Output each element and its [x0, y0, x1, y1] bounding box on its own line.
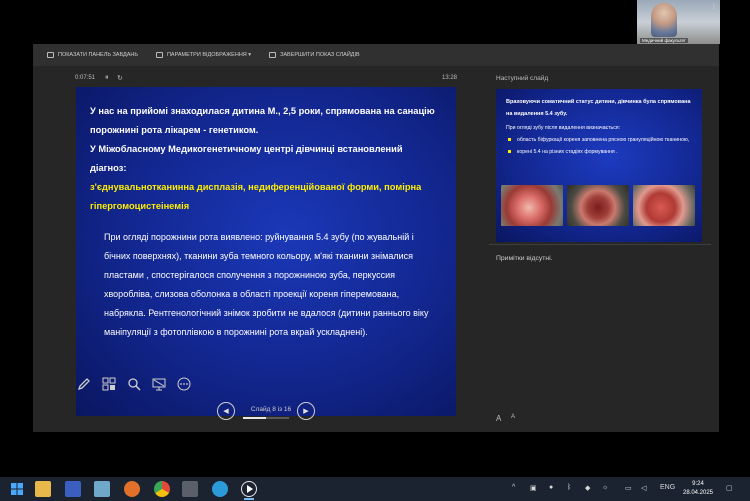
tray-app-icon[interactable]: ▣ [530, 484, 537, 492]
more-options-icon[interactable] [176, 376, 192, 392]
all-slides-icon[interactable] [101, 376, 117, 392]
tray-app-icon[interactable]: ☼ [602, 484, 608, 491]
app-icon[interactable] [94, 481, 110, 497]
active-app-indicator [244, 498, 254, 500]
slide-progress-bar [243, 417, 289, 419]
edge-icon[interactable] [212, 481, 228, 497]
current-slide[interactable]: У нас на прийомі знаходилася дитина М., … [76, 87, 456, 416]
participant-image [651, 3, 677, 37]
notes-text: Примітки відсутні. [496, 255, 553, 262]
tooth-photo [633, 185, 695, 226]
next-slide-photos [501, 185, 695, 226]
taskbar-time: 9:24 [692, 481, 704, 487]
participant-video[interactable]: Медичний факультет ⋮ [637, 0, 720, 44]
slide-counter[interactable]: Слайд 8 із 16 [243, 406, 299, 413]
next-slide-button[interactable]: ▶ [297, 402, 315, 420]
battery-icon[interactable]: ▭ [625, 484, 632, 492]
participant-name: Медичний факультет [640, 38, 688, 43]
slide-body: При огляді порожнини рота виявлено: руйн… [104, 232, 429, 337]
end-show-label: ЗАВЕРШИТИ ПОКАЗ СЛАЙДІВ [280, 52, 360, 58]
file-explorer-icon[interactable] [35, 481, 51, 497]
notifications-icon[interactable]: ▢ [726, 484, 733, 492]
elapsed-timer: 0:07:51 [75, 75, 96, 81]
previous-icon: ◀ [223, 408, 229, 415]
pause-icon[interactable]: ⏸ [105, 74, 109, 82]
taskbar-date: 28.04.2025 [682, 490, 714, 496]
slide-center: У Міжобласному Медикогенетичному центрі … [90, 144, 403, 173]
display-settings-label: ПАРАМЕТРИ ВІДОБРАЖЕННЯ ▾ [166, 52, 252, 58]
presenter-view: ПОКАЗАТИ ПАНЕЛЬ ЗАВДАНЬ ПАРАМЕТРИ ВІДОБР… [33, 44, 719, 432]
app-icon[interactable] [65, 481, 81, 497]
next-slide-lead: Враховуючи соматичний статус дитини, дів… [506, 99, 691, 117]
increase-font-icon[interactable]: A [496, 414, 501, 423]
tray-app-icon[interactable]: ● [549, 484, 553, 491]
next-slide-item: корені 5.4 на різних стадіях формування … [506, 146, 696, 158]
notes-divider [489, 244, 711, 245]
next-slide-label: Наступний слайд [496, 75, 549, 82]
tray-app-icon[interactable]: ◆ [585, 484, 590, 492]
end-show-icon [269, 52, 277, 58]
display-settings-button[interactable]: ПАРАМЕТРИ ВІДОБРАЖЕННЯ ▾ [155, 52, 252, 58]
next-slide-item-text: корені 5.4 на різних стадіях формування … [517, 149, 618, 155]
next-slide-text: При огляді зубу після видалення визначає… [506, 125, 621, 131]
timer-row: 0:07:51 ⏸ ↻ 13:28 [75, 74, 457, 85]
bullet-icon [508, 138, 511, 141]
show-taskbar-button[interactable]: ПОКАЗАТИ ПАНЕЛЬ ЗАВДАНЬ [47, 52, 138, 58]
presenter-toolbar: ПОКАЗАТИ ПАНЕЛЬ ЗАВДАНЬ ПАРАМЕТРИ ВІДОБР… [33, 44, 719, 66]
black-screen-icon[interactable] [151, 376, 167, 392]
slide-tools [76, 376, 192, 392]
next-slide-item-text: область біфуркації кореня заповнена рясн… [517, 137, 690, 143]
slide-navigation: ◀ Слайд 8 із 16 ▶ [217, 402, 417, 424]
clock: 13:28 [441, 75, 457, 81]
previous-slide-button[interactable]: ◀ [217, 402, 235, 420]
show-taskbar-label: ПОКАЗАТИ ПАНЕЛЬ ЗАВДАНЬ [58, 52, 138, 58]
screen: Медичний факультет ⋮ ПОКАЗАТИ ПАНЕЛЬ ЗАВ… [0, 0, 750, 501]
windows-taskbar: ^ ▣ ● ᛒ ◆ ☼ ▭ ◁ ENG 9:24 28.04.2025 ▢ [0, 477, 750, 501]
next-slide-item: область біфуркації кореня заповнена рясн… [506, 134, 696, 146]
tooth-photo [567, 185, 629, 226]
firefox-icon[interactable] [124, 481, 140, 497]
media-player-icon[interactable] [241, 481, 257, 497]
display-icon [155, 52, 163, 58]
pen-icon[interactable] [76, 376, 92, 392]
taskbar-icon [47, 52, 54, 58]
reset-icon[interactable]: ↻ [117, 74, 123, 82]
slide-intro: У нас на прийомі знаходилася дитина М., … [90, 106, 435, 135]
windows-icon[interactable] [9, 481, 25, 497]
end-show-button[interactable]: ЗАВЕРШИТИ ПОКАЗ СЛАЙДІВ [269, 52, 360, 58]
volume-icon[interactable]: ◁ [641, 484, 646, 492]
decrease-font-icon[interactable]: A [511, 414, 515, 420]
slide-diagnosis: з'єднувальнотканинна дисплазія, недифере… [90, 182, 422, 211]
taskbar-clock[interactable]: 9:24 28.04.2025 [681, 480, 715, 498]
next-slide-preview[interactable]: Враховуючи соматичний статус дитини, дів… [496, 89, 702, 242]
language-indicator[interactable]: ENG [660, 484, 675, 491]
bullet-icon [508, 150, 511, 153]
tray-chevron-icon[interactable]: ^ [512, 484, 515, 491]
tooth-photo [501, 185, 563, 226]
dots-icon[interactable]: ⋮ [711, 3, 717, 10]
next-icon: ▶ [303, 408, 309, 415]
chrome-icon[interactable] [154, 481, 170, 497]
calculator-icon[interactable] [182, 481, 198, 497]
bluetooth-icon[interactable]: ᛒ [567, 484, 571, 491]
zoom-icon[interactable] [126, 376, 142, 392]
slide-progress-fill [243, 417, 266, 419]
